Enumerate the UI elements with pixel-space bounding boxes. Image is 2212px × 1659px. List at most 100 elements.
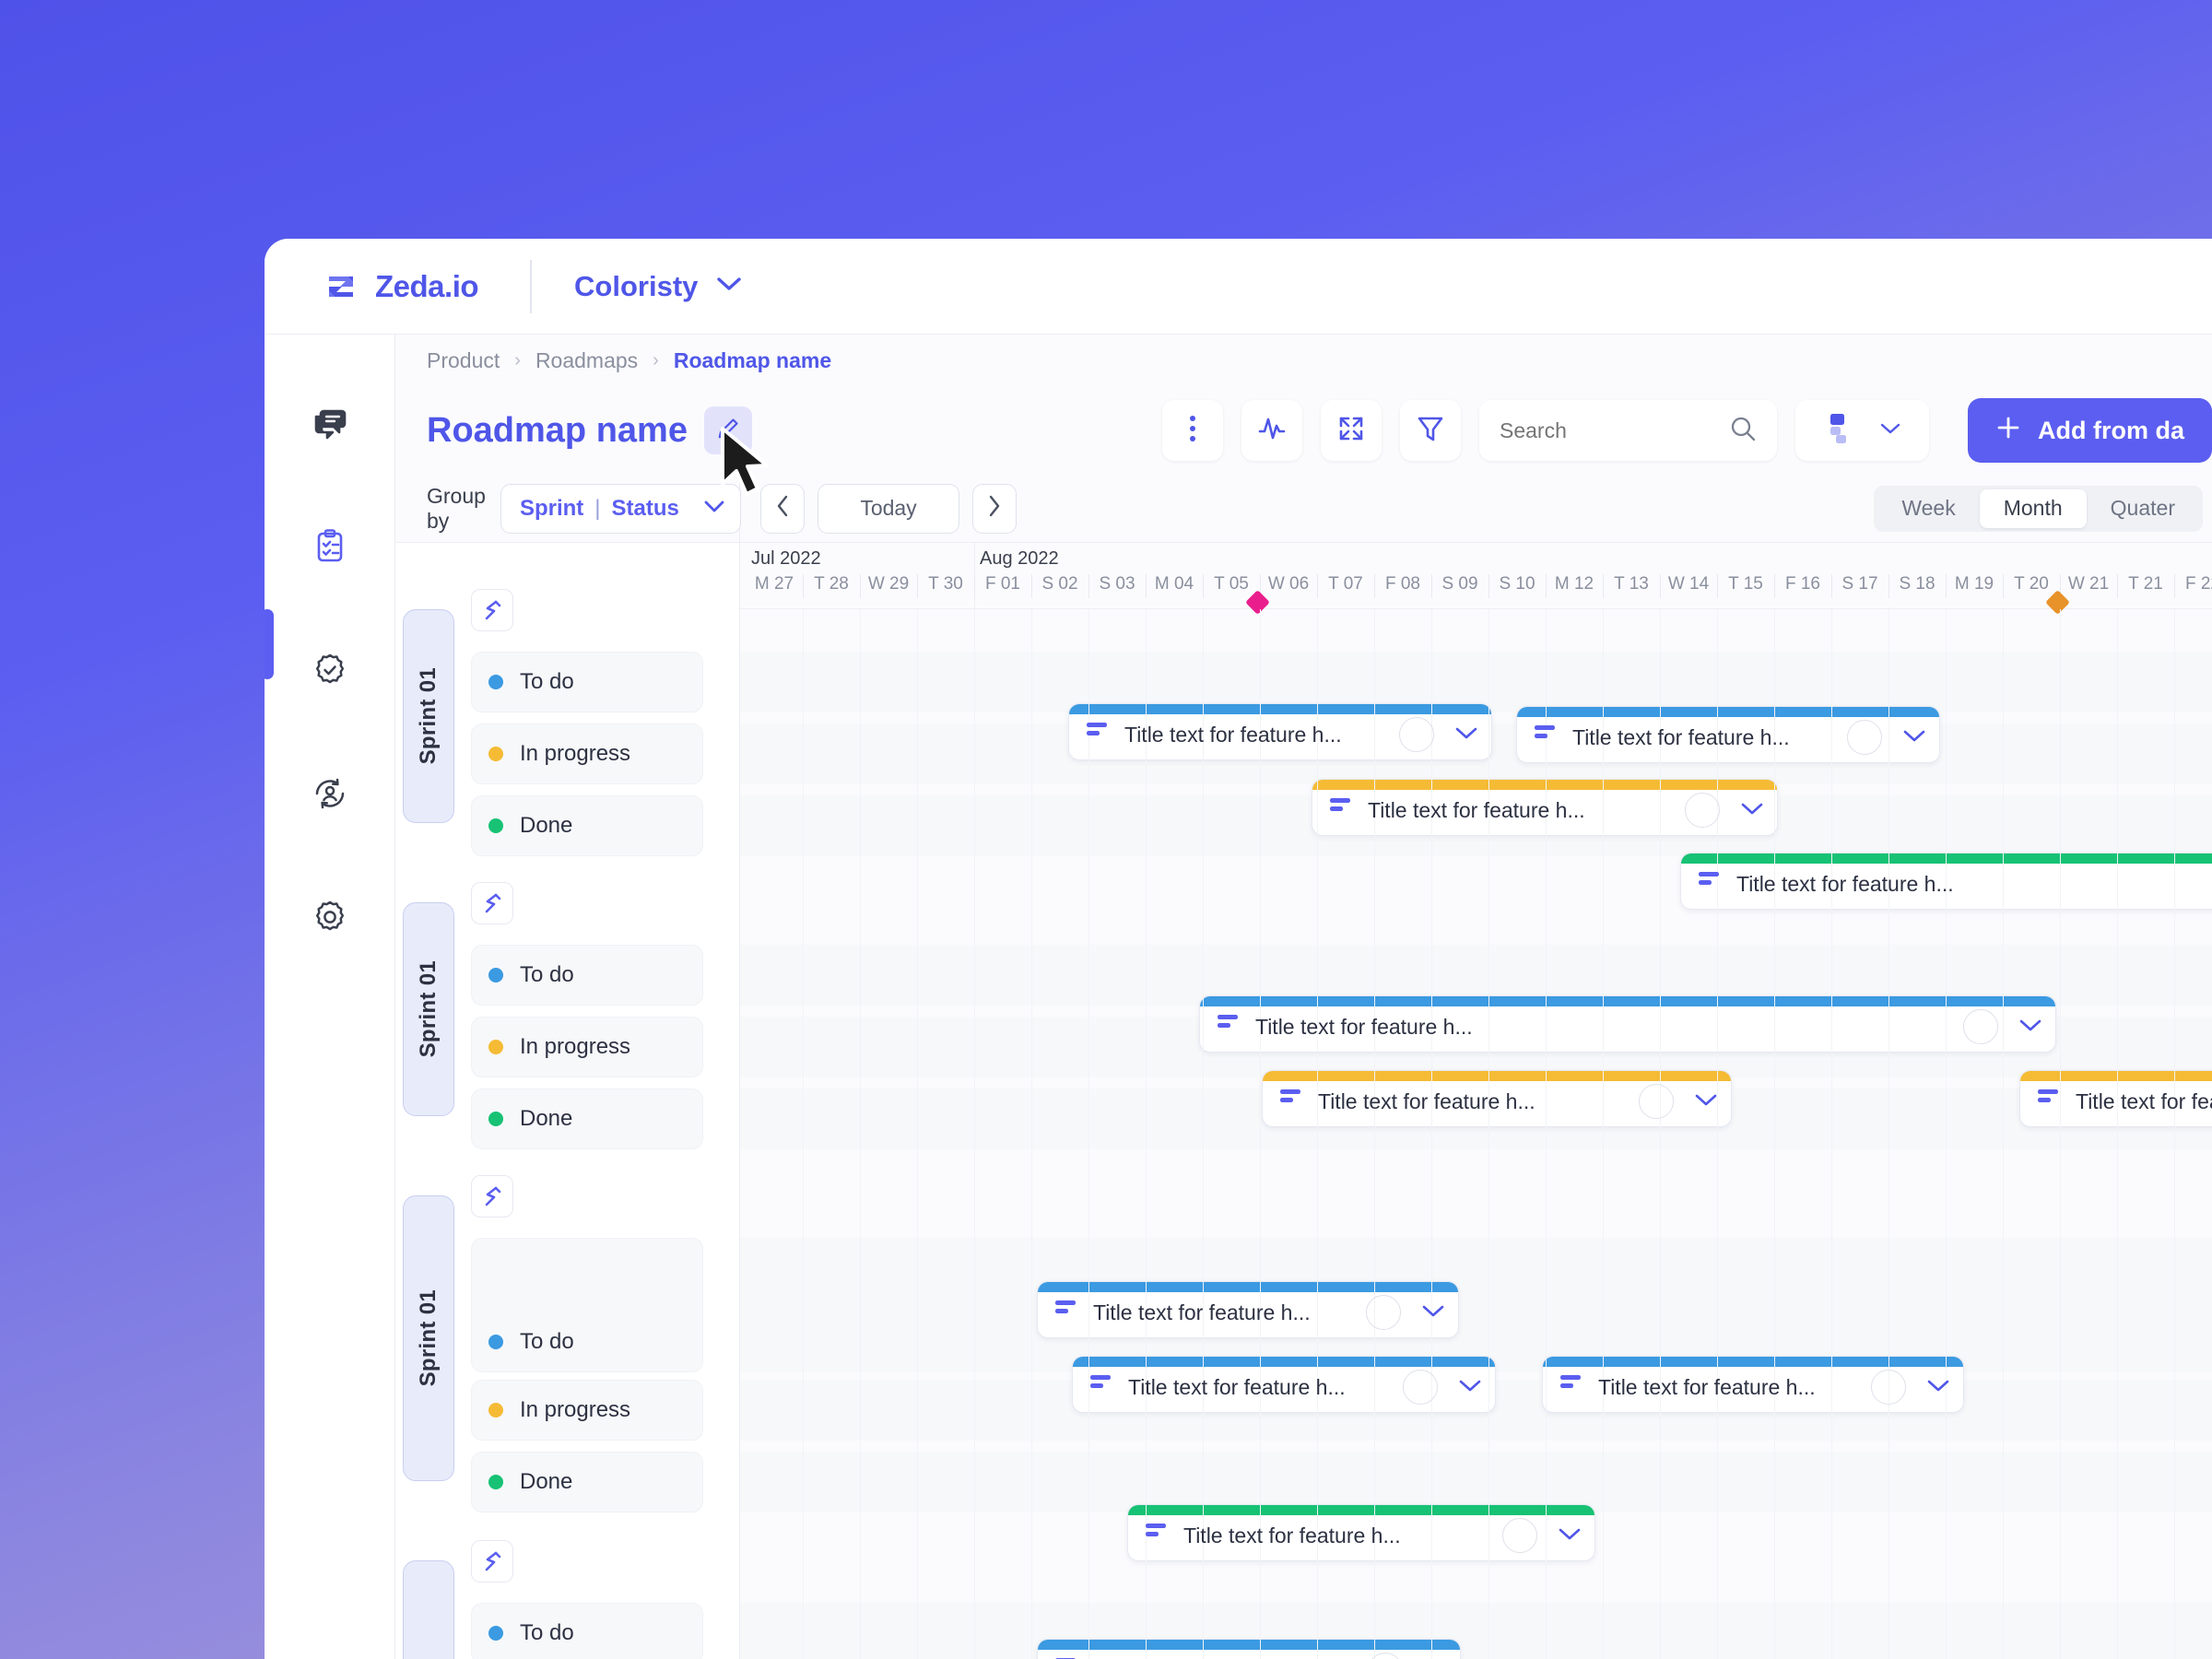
gantt-task-bar[interactable]: Title text for feature h... [1542,1356,1964,1413]
add-from-database-button[interactable]: Add from da [1968,398,2212,463]
timeline-gridline [1717,609,1718,1659]
status-row-todo[interactable]: To do [471,945,703,1006]
day-divider [803,574,804,598]
sprint-group-chip[interactable]: Sprint 01 [403,1195,454,1481]
chevron-down-icon[interactable] [1558,1526,1582,1546]
expand-button[interactable] [1321,400,1382,461]
zeda-logo-icon [320,265,362,308]
search-input[interactable] [1500,418,1729,443]
activity-button[interactable] [1241,400,1302,461]
avatar-placeholder-icon[interactable] [1366,1295,1401,1330]
chevron-left-icon [775,494,790,523]
sidebar-item-feedback[interactable] [304,399,356,451]
status-row-done[interactable]: Done [471,1088,703,1149]
status-row-done[interactable]: Done [471,795,703,856]
status-row-todo[interactable]: To do [471,652,703,712]
chevron-down-icon[interactable] [1740,801,1764,820]
gantt-timeline-pane[interactable]: Jul 2022 Aug 2022 M 27 T 28 W 29 T 30 F 01 S 02… [740,543,2212,1659]
view-mode-select[interactable] [1795,400,1929,461]
gantt-task-bar[interactable]: Title text for feature h... [1072,1356,1496,1413]
chevron-down-icon[interactable] [1902,728,1926,747]
chevron-down-icon[interactable] [1421,1303,1445,1323]
gantt-task-bar[interactable]: Title text for feature h... [1312,779,1778,836]
feature-lines-icon [1534,722,1558,748]
filter-button[interactable] [1400,400,1461,461]
group-by-select[interactable]: Sprint | Status [500,483,741,534]
sprint-bolt-icon[interactable] [471,589,513,631]
chevron-down-icon[interactable] [1454,725,1478,745]
sprint-bolt-icon[interactable] [471,882,513,924]
task-status-cap [1312,780,1777,790]
day-column-header: T 05 [1214,574,1249,594]
sidebar-item-workflow[interactable] [304,646,356,698]
avatar-placeholder-icon[interactable] [1963,1009,1998,1044]
day-column-header: M 27 [754,574,794,594]
search-icon[interactable] [1729,415,1757,447]
search-box[interactable] [1479,400,1777,461]
sidebar-item-users[interactable] [304,770,356,821]
sprint-bolt-icon[interactable] [471,1175,513,1218]
avatar-placeholder-icon[interactable] [1368,1653,1403,1659]
more-options-button[interactable] [1162,400,1223,461]
status-row-todo[interactable]: To do [471,1603,703,1659]
timeline-nav: Today [740,483,1017,534]
status-row-done[interactable]: Done [471,1452,703,1512]
day-divider [917,574,918,598]
avatar-placeholder-icon[interactable] [1871,1370,1906,1405]
day-divider [1946,574,1947,598]
top-bar: Zeda.io Coloristy [265,239,2212,335]
brand-logo[interactable]: Zeda.io [320,265,479,308]
task-checklist-icon [311,527,349,571]
zoom-option-month[interactable]: Month [1979,488,2087,528]
sprint-group-chip[interactable]: Sprint 01 [403,609,454,823]
breadcrumb-item-roadmaps[interactable]: Roadmaps [535,348,638,373]
status-dot-icon [488,747,503,761]
day-column-header: F 08 [1384,574,1421,594]
avatar-placeholder-icon[interactable] [1502,1518,1537,1553]
day-column-header: F 01 [984,574,1021,594]
gantt-chart: Sprint 01 To do In progress Done Sprint 01 To… [395,543,2212,1659]
zoom-option-quater[interactable]: Quater [2087,489,2199,528]
avatar-placeholder-icon[interactable] [1639,1084,1674,1119]
status-row-in_progress[interactable]: In progress [471,1017,703,1077]
avatar-placeholder-icon[interactable] [1685,793,1720,828]
status-row-in_progress[interactable]: In progress [471,724,703,784]
chevron-down-icon[interactable] [1458,1378,1482,1397]
gantt-task-bar[interactable]: Title text for feature h... [1262,1070,1732,1127]
chevron-down-icon[interactable] [1694,1092,1718,1112]
gantt-task-bar[interactable]: Title text for feature h... [1037,1639,1461,1659]
workspace-switcher[interactable]: Coloristy [574,270,742,303]
day-column-header: S 03 [1099,574,1135,594]
gantt-task-bar[interactable]: Title text for feature h... [1516,706,1940,763]
gantt-task-bar[interactable]: Title text for feature h... [1127,1504,1595,1561]
status-row-label: In progress [520,1397,631,1422]
sprint-group-chip[interactable] [403,1560,454,1659]
status-row-todo[interactable]: To do [471,1238,703,1372]
gantt-task-bar[interactable]: Title text for feature h... [1037,1281,1459,1338]
task-title: Title text for feature h... [1183,1523,1401,1547]
day-divider [1717,574,1718,598]
sidebar-item-tasks[interactable] [304,523,356,574]
avatar-placeholder-icon[interactable] [1399,717,1434,752]
chevron-down-icon[interactable] [2018,1018,2042,1037]
day-column-header: S 17 [1841,574,1878,594]
status-row-in_progress[interactable]: In progress [471,1380,703,1441]
gantt-task-bar[interactable]: Title text for feature h... [2019,1070,2212,1127]
feature-lines-icon [1279,1086,1303,1112]
avatar-placeholder-icon[interactable] [1403,1370,1438,1405]
breadcrumb-item-current[interactable]: Roadmap name [674,348,831,373]
sprint-bolt-icon[interactable] [471,1540,513,1583]
gantt-task-bar[interactable]: Title text for feature h... [1068,703,1492,760]
chevron-down-icon[interactable] [1926,1378,1950,1397]
sidebar-item-settings[interactable] [304,893,356,945]
sprint-group-chip[interactable]: Sprint 01 [403,902,454,1116]
day-column-header: S 02 [1041,574,1078,594]
avatar-placeholder-icon[interactable] [1847,720,1882,755]
today-button[interactable]: Today [818,483,959,534]
plus-icon [1995,415,2021,447]
gantt-task-bar[interactable]: Title text for feature h... [1199,995,2056,1053]
next-period-button[interactable] [972,483,1017,534]
breadcrumb-item-product[interactable]: Product [427,348,500,373]
timeline-gridline [1488,609,1489,1659]
zoom-option-week[interactable]: Week [1877,489,1979,528]
